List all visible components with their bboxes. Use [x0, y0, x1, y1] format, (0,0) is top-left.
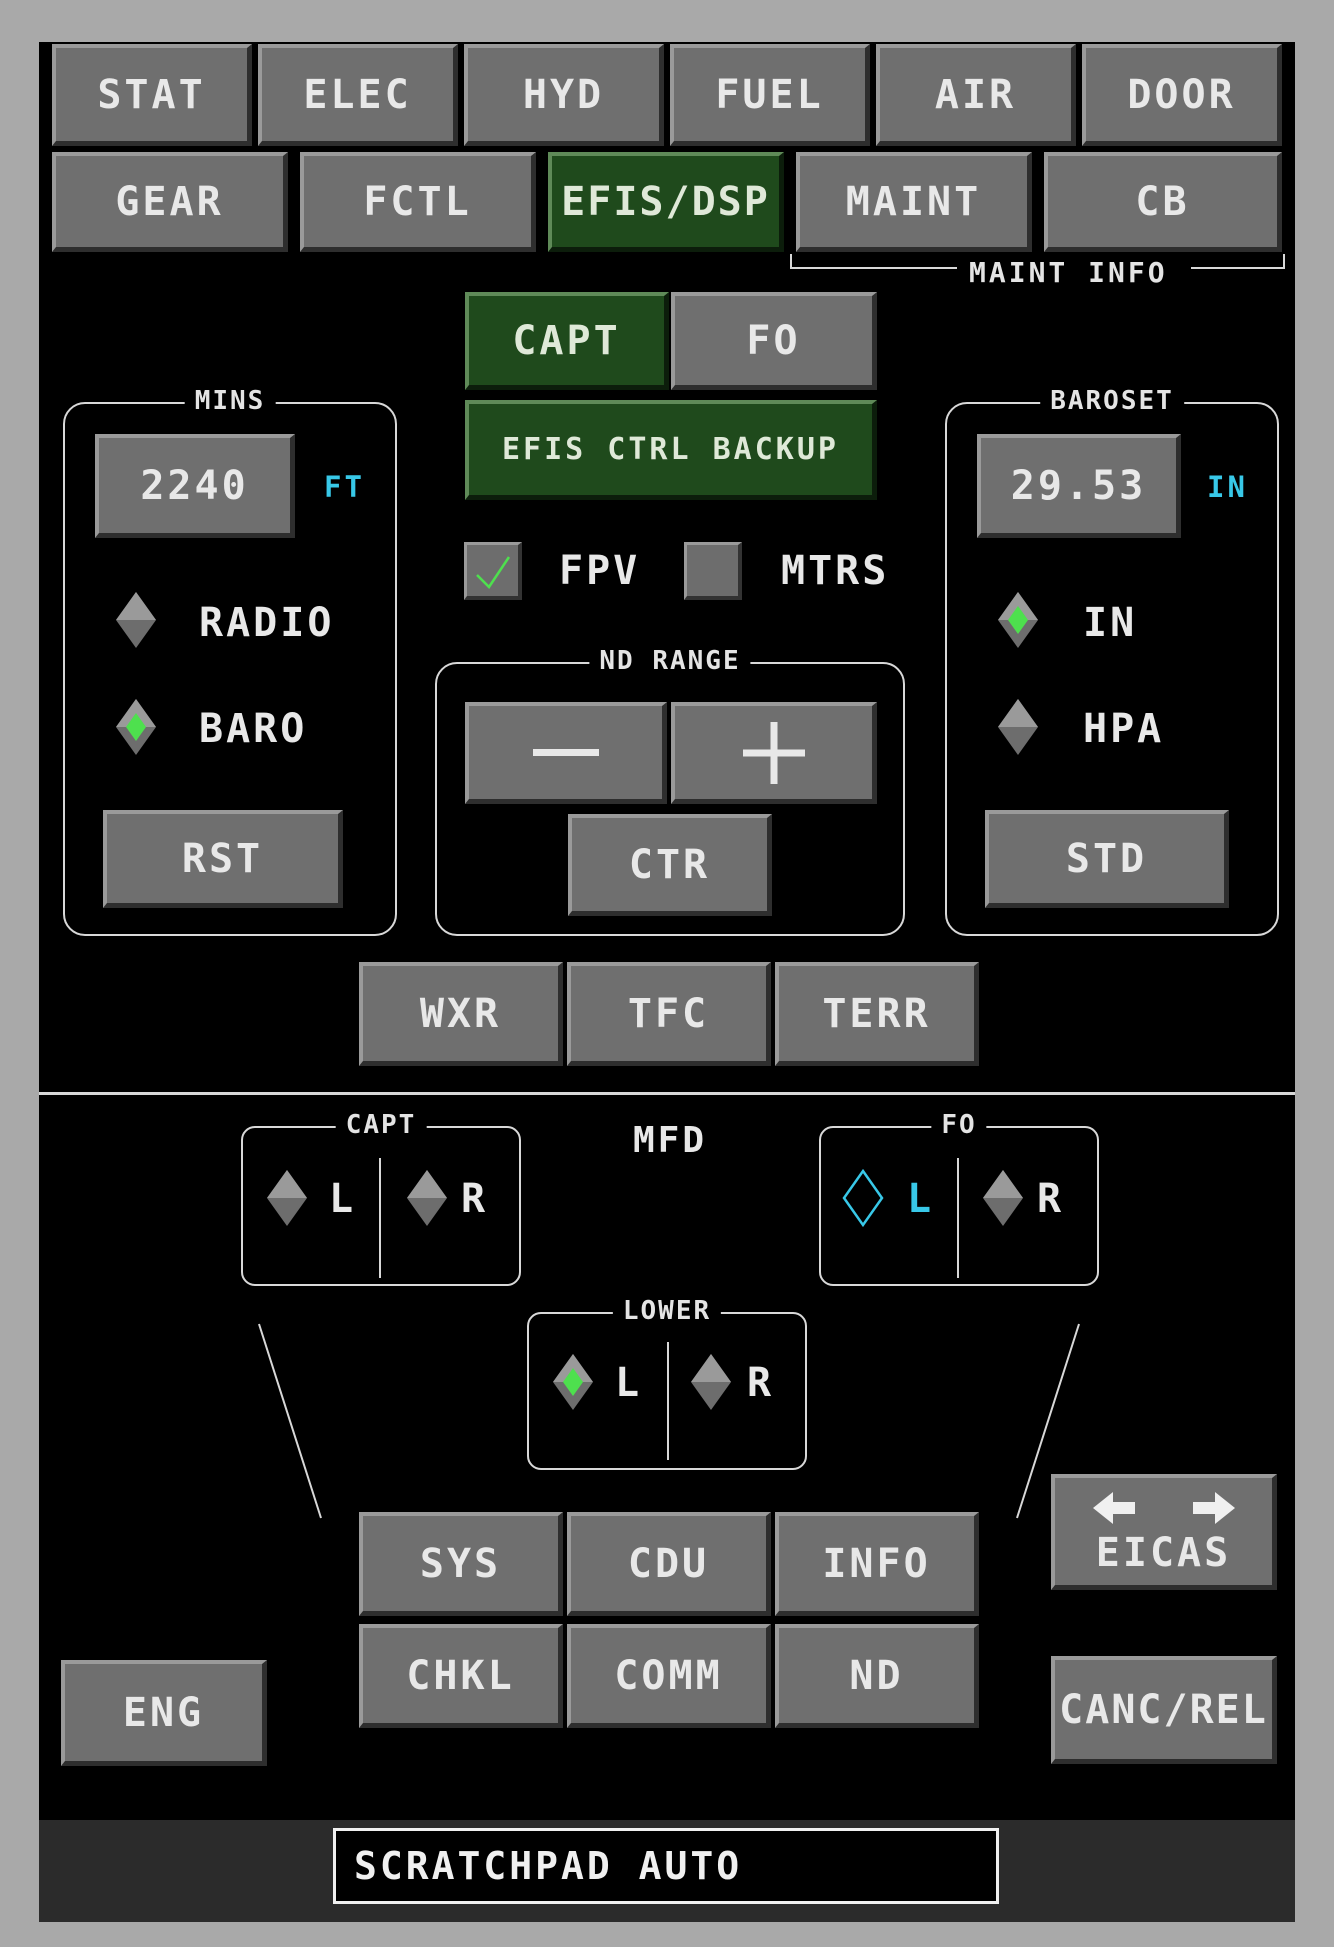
baro-label: BARO	[199, 706, 308, 752]
nd-range-plus-button[interactable]	[671, 702, 877, 804]
capt-r-label: R	[461, 1176, 489, 1222]
scratchpad-text: SCRATCHPAD AUTO	[354, 1844, 743, 1888]
baroset-title: BAROSET	[1040, 386, 1184, 416]
mtrs-label: MTRS	[781, 548, 890, 594]
info-button[interactable]: INFO	[775, 1512, 979, 1616]
baroset-value-button[interactable]: 29.53	[977, 434, 1181, 538]
cdu-button[interactable]: CDU	[567, 1512, 771, 1616]
eicas-label: EICAS	[1095, 1529, 1232, 1576]
canc-rel-button[interactable]: CANC/REL	[1051, 1656, 1277, 1764]
capt-r-diamond-icon[interactable]	[403, 1168, 451, 1228]
radio-diamond-icon[interactable]	[112, 590, 160, 650]
tab-elec[interactable]: ELEC	[258, 44, 458, 146]
tab-door[interactable]: DOOR	[1082, 44, 1282, 146]
fo-side-button[interactable]: FO	[671, 292, 877, 390]
checkmark-icon	[476, 556, 511, 589]
mins-title: MINS	[184, 386, 276, 416]
hpa-label: HPA	[1083, 706, 1165, 752]
tab-hyd[interactable]: HYD	[464, 44, 664, 146]
capt-l-label: L	[329, 1176, 357, 1222]
hpa-diamond-icon[interactable]	[994, 697, 1042, 757]
mfd-capt-separator	[379, 1158, 381, 1278]
fpv-label: FPV	[559, 548, 641, 594]
mfd-fo-title: FO	[931, 1110, 987, 1140]
in-diamond-icon[interactable]	[994, 590, 1042, 650]
ctr-button[interactable]: CTR	[568, 814, 772, 916]
terr-button[interactable]: TERR	[775, 962, 979, 1066]
radio-label: RADIO	[199, 600, 335, 646]
plus-icon	[742, 721, 805, 784]
mfd-capt-title: CAPT	[335, 1110, 427, 1140]
fo-r-label: R	[1037, 1176, 1065, 1222]
rst-button[interactable]: RST	[103, 810, 343, 908]
swap-arrows-icon	[1092, 1491, 1235, 1524]
tab-cb[interactable]: CB	[1044, 152, 1282, 252]
maint-info-label: MAINT INFO	[969, 256, 1168, 289]
in-label: IN	[1083, 600, 1138, 646]
tab-stat[interactable]: STAT	[52, 44, 252, 146]
nd-range-minus-button[interactable]	[465, 702, 667, 804]
tab-fctl[interactable]: FCTL	[300, 152, 536, 252]
scratchpad-field[interactable]: SCRATCHPAD AUTO	[333, 1828, 999, 1904]
comm-button[interactable]: COMM	[567, 1624, 771, 1728]
wxr-button[interactable]: WXR	[359, 962, 563, 1066]
nd-button[interactable]: ND	[775, 1624, 979, 1728]
eng-button[interactable]: ENG	[61, 1660, 267, 1766]
mins-value-button[interactable]: 2240	[95, 434, 295, 538]
tab-fuel[interactable]: FUEL	[670, 44, 870, 146]
tab-gear[interactable]: GEAR	[52, 152, 288, 252]
fo-l-label: L	[907, 1176, 935, 1222]
mfd-fo-separator	[957, 1158, 959, 1278]
section-divider	[39, 1092, 1295, 1095]
sys-button[interactable]: SYS	[359, 1512, 563, 1616]
fo-l-diamond-icon[interactable]	[839, 1168, 887, 1228]
capt-side-button[interactable]: CAPT	[465, 292, 669, 390]
baroset-unit-in: IN	[1207, 470, 1248, 504]
chkl-button[interactable]: CHKL	[359, 1624, 563, 1728]
baro-diamond-icon[interactable]	[112, 697, 160, 757]
fo-r-diamond-icon[interactable]	[979, 1168, 1027, 1228]
tab-air[interactable]: AIR	[876, 44, 1076, 146]
capt-l-diamond-icon[interactable]	[263, 1168, 311, 1228]
mins-unit-ft: FT	[324, 470, 365, 504]
tfc-button[interactable]: TFC	[567, 962, 771, 1066]
efis-ctrl-backup-button[interactable]: EFIS CTRL BACKUP	[465, 400, 877, 500]
minus-icon	[532, 749, 599, 756]
tab-efis-dsp[interactable]: EFIS/DSP	[548, 152, 784, 252]
std-button[interactable]: STD	[985, 810, 1229, 908]
eicas-button[interactable]: EICAS	[1051, 1474, 1277, 1590]
fpv-checkbox[interactable]	[464, 542, 522, 600]
mtrs-checkbox[interactable]	[684, 542, 742, 600]
efis-dsp-panel: STAT ELEC HYD FUEL AIR DOOR GEAR FCTL EF…	[39, 42, 1295, 1922]
tab-maint[interactable]: MAINT	[796, 152, 1032, 252]
nd-range-title: ND RANGE	[589, 646, 751, 676]
mfd-title: MFD	[633, 1120, 708, 1161]
